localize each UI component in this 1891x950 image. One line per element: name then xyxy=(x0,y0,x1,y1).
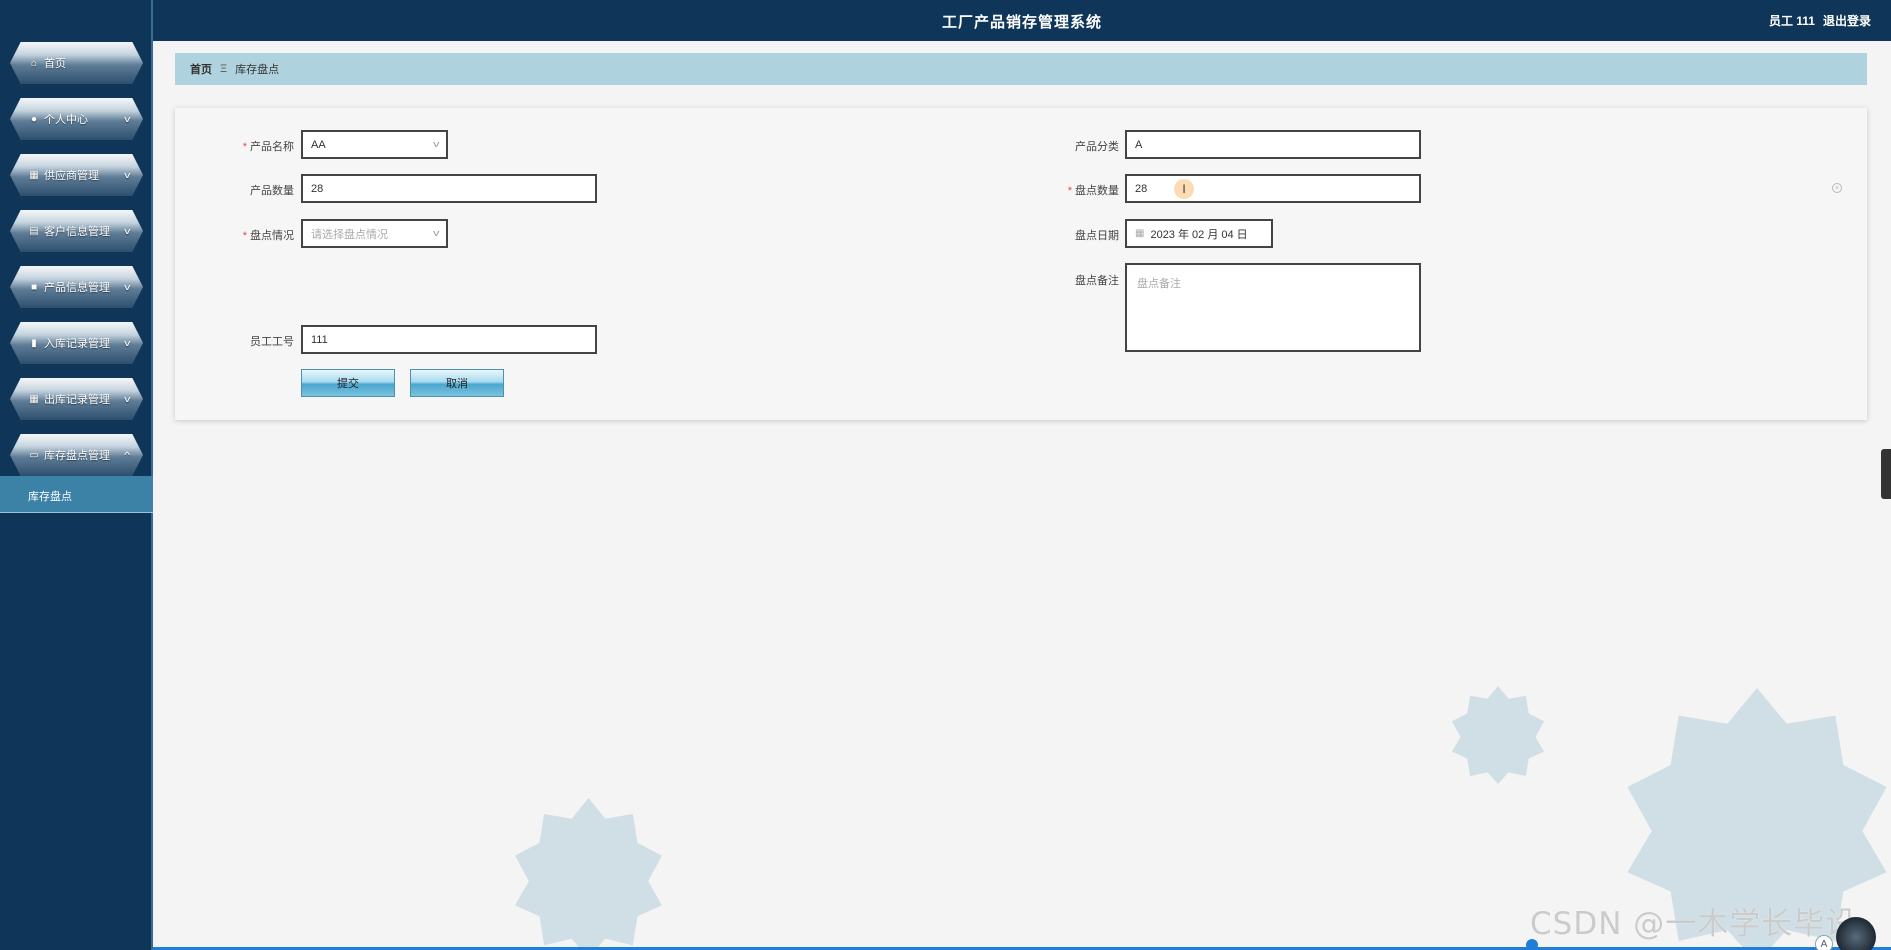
employee-id-input[interactable]: 111 xyxy=(301,325,597,354)
briefcase-icon: ■ xyxy=(30,281,38,293)
user-icon: ● xyxy=(30,113,38,125)
count-date-picker[interactable]: ▦ 2023 年 02 月 04 日 xyxy=(1125,219,1273,248)
sidebar-item-outbound[interactable]: ▦ 出库记录管理 v xyxy=(10,378,143,420)
breadcrumb-home[interactable]: 首页 xyxy=(190,61,212,77)
product-category-input[interactable]: A xyxy=(1125,130,1421,159)
side-drawer-handle[interactable] xyxy=(1881,449,1891,499)
chevron-up-icon: ^ xyxy=(123,450,130,460)
count-status-label: * 盘点情况 xyxy=(242,230,294,242)
chevron-down-icon: v xyxy=(123,282,130,292)
count-quantity-input[interactable]: 28 xyxy=(1125,174,1421,203)
logout-link[interactable]: 退出登录 xyxy=(1823,12,1871,29)
avatar[interactable] xyxy=(1836,917,1876,950)
breadcrumb-current: 库存盘点 xyxy=(235,64,280,76)
monitor-icon: ▭ xyxy=(29,449,39,461)
clear-icon[interactable]: × xyxy=(1832,183,1842,193)
decorative-star xyxy=(515,798,662,950)
count-remark-label: 盘点备注 xyxy=(1075,275,1119,287)
sidebar-item-customer[interactable]: ▤ 客户信息管理 v xyxy=(10,210,143,252)
sidebar-item-product[interactable]: ■ 产品信息管理 v xyxy=(10,266,143,308)
count-quantity-label: * 盘点数量 xyxy=(1067,185,1119,197)
count-status-select[interactable]: 请选择盘点情况 v xyxy=(301,219,448,248)
user-label: 员工 111 xyxy=(1768,14,1815,28)
product-quantity-input[interactable]: 28 xyxy=(301,174,597,203)
chevron-down-icon: v xyxy=(432,228,439,238)
breadcrumb: 首页 Ξ 库存盘点 xyxy=(175,53,1867,85)
bottom-progress-dot xyxy=(1526,939,1538,950)
count-remark-textarea[interactable]: 盘点备注 xyxy=(1125,263,1421,352)
sidebar-item-inbound[interactable]: ▮ 入库记录管理 v xyxy=(10,322,143,364)
count-date-label: 盘点日期 xyxy=(1075,230,1119,242)
sidebar-item-home[interactable]: ⌂ 首页 xyxy=(10,42,143,84)
user-area: 员工 111 退出登录 xyxy=(1769,12,1871,29)
product-name-select[interactable]: AA v xyxy=(301,130,448,159)
watermark: CSDN @一木学长毕设 xyxy=(1530,906,1858,942)
sidebar-item-supplier[interactable]: ▦ 供应商管理 v xyxy=(10,154,143,196)
grid-icon: ▦ xyxy=(29,169,39,181)
id-card-icon: ▤ xyxy=(29,225,39,237)
app-title: 工厂产品销存管理系统 xyxy=(941,14,1102,31)
chevron-down-icon: v xyxy=(432,139,439,149)
calendar-icon: ▦ xyxy=(1135,228,1145,239)
employee-id-label: 员工工号 xyxy=(250,336,294,348)
product-name-label: * 产品名称 xyxy=(242,141,294,153)
product-quantity-label: 产品数量 xyxy=(250,185,294,197)
text-cursor-icon: I xyxy=(1174,179,1194,199)
chevron-down-icon: v xyxy=(123,226,130,236)
sidebar-subitem-inventory-count[interactable]: 库存盘点 xyxy=(0,476,153,513)
chevron-down-icon: v xyxy=(123,394,130,404)
chevron-down-icon: v xyxy=(123,170,130,180)
product-category-label: 产品分类 xyxy=(1075,141,1119,153)
sidebar-item-personal-center[interactable]: ● 个人中心 v xyxy=(10,98,143,140)
sidebar-item-inventory-count[interactable]: ▭ 库存盘点管理 ^ xyxy=(10,434,143,476)
sidebar: ⌂ 首页 ● 个人中心 v ▦ 供应商管理 v ▤ 客户信息管理 v ■ 产品信… xyxy=(0,0,153,950)
home-icon: ⌂ xyxy=(30,57,38,69)
cancel-button[interactable]: 取消 xyxy=(410,369,504,397)
breadcrumb-separator: Ξ xyxy=(220,63,228,75)
submit-button[interactable]: 提交 xyxy=(301,369,395,397)
grid-icon: ▦ xyxy=(29,393,39,405)
clipboard-icon: ▮ xyxy=(31,337,37,349)
font-icon[interactable]: A xyxy=(1815,935,1833,950)
chevron-down-icon: v xyxy=(123,338,130,348)
decorative-star xyxy=(1451,686,1545,784)
chevron-down-icon: v xyxy=(123,114,130,124)
top-header: 工厂产品销存管理系统 员工 111 退出登录 xyxy=(153,0,1891,41)
